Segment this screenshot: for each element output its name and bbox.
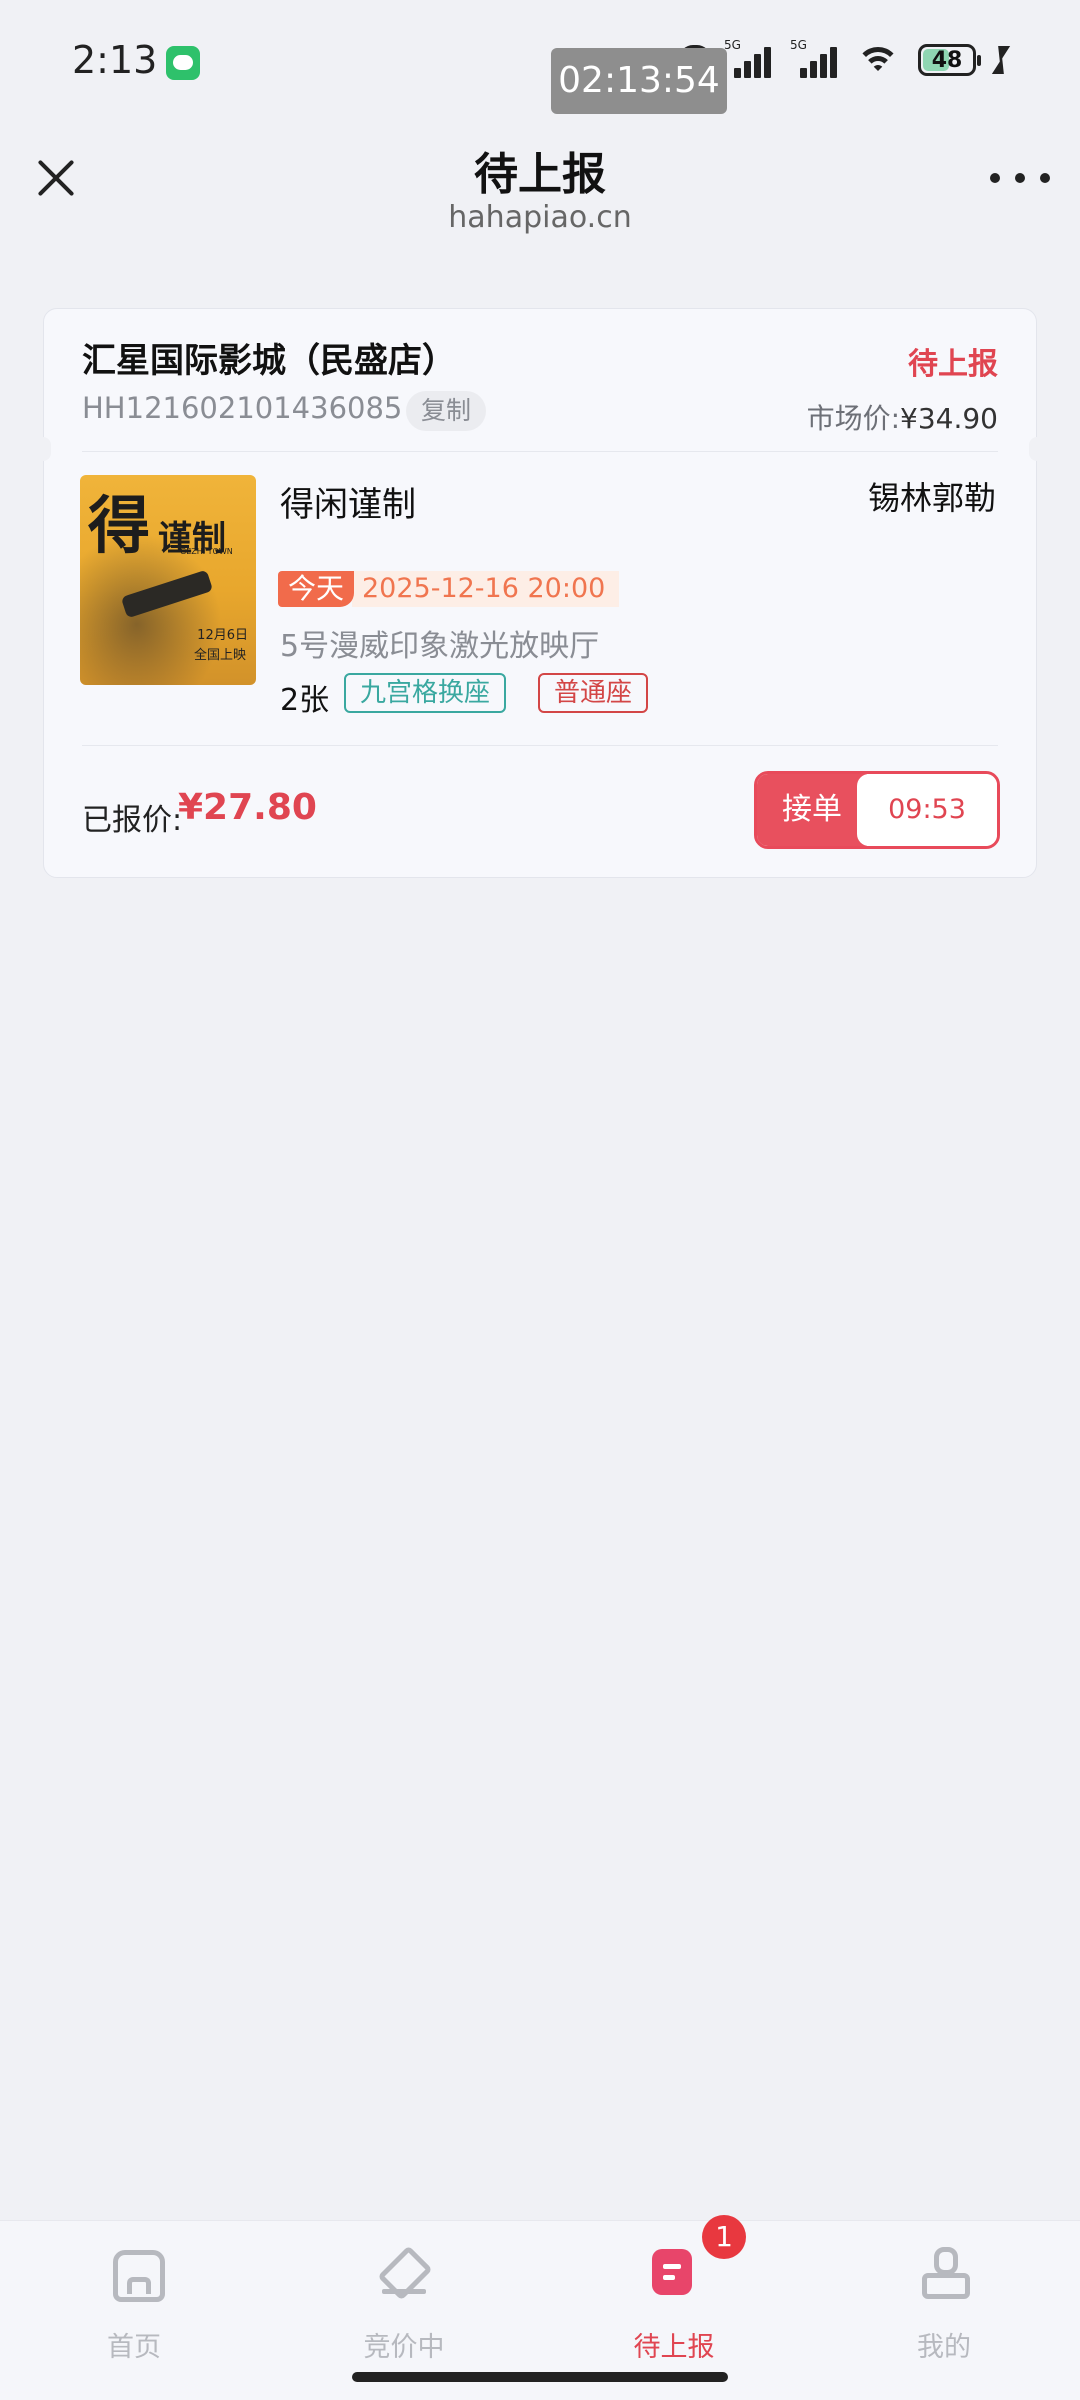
tab-bidding[interactable]: 竞价中: [304, 2247, 504, 2363]
quoted-price: ¥27.80: [178, 787, 317, 828]
market-price-value: ¥34.90: [900, 402, 998, 435]
quoted-price-label: 已报价:: [82, 803, 183, 838]
poster-release: 全国上映: [193, 648, 246, 663]
tab-label: 竞价中: [363, 2332, 445, 2363]
today-badge: 今天: [278, 571, 355, 607]
cinema-region: 锡林郭勒: [867, 479, 996, 517]
movie-title: 得闲谨制: [280, 485, 416, 525]
wechat-notification-icon: [166, 46, 200, 80]
more-icon[interactable]: [990, 168, 1050, 188]
ticket-count: 2张: [280, 683, 330, 718]
movie-poster: 得 谨制 GEZHI TOWN 12月6日 全国上映: [80, 475, 256, 685]
notification-badge: 1: [702, 2215, 746, 2259]
page-domain: hahapiao.cn: [448, 200, 632, 235]
status-time: 2:13: [72, 38, 158, 82]
tab-label: 我的: [917, 2332, 971, 2363]
seat-mode-tag: 九宫格换座: [344, 673, 507, 713]
accept-order-button[interactable]: 接单 09:53: [754, 771, 1000, 849]
charging-icon: [994, 46, 1008, 74]
poster-english: GEZHI TOWN: [180, 547, 233, 556]
wifi-icon: [856, 43, 900, 77]
page-title: 待上报: [474, 149, 606, 200]
user-icon: [920, 2247, 970, 2299]
home-indicator[interactable]: [352, 2372, 728, 2382]
countdown: 09:53: [857, 774, 997, 846]
signal-icon-2: 5G: [790, 38, 838, 78]
nav-bar: 待上报 hahapiao.cn: [0, 130, 1080, 250]
tab-mine[interactable]: 我的: [844, 2247, 1044, 2363]
gavel-icon: [380, 2247, 428, 2297]
poster-date: 12月6日: [197, 628, 248, 643]
tab-home[interactable]: 首页: [34, 2247, 234, 2363]
home-icon: [110, 2247, 165, 2302]
status-badge: 待上报: [908, 347, 998, 382]
market-price: 市场价:¥34.90: [807, 397, 998, 437]
hall-name: 5号漫威印象激光放映厅: [280, 629, 600, 664]
tab-pending-report[interactable]: 1 待上报: [574, 2215, 774, 2363]
battery-icon: 48: [918, 44, 981, 76]
overlay-clock: 02:13:54: [551, 48, 727, 114]
cinema-name: 汇星国际影城（民盛店）: [82, 341, 456, 381]
divider: [82, 451, 998, 452]
status-bar: 2:13 5G 5G 48 02:13:54: [0, 0, 1080, 130]
divider: [82, 745, 998, 746]
poster-title-char: 得: [88, 489, 151, 562]
copy-button[interactable]: 复制: [406, 391, 486, 431]
showtime: 2025-12-16 20:00: [352, 571, 620, 607]
market-price-label: 市场价:: [806, 402, 901, 435]
order-number: HH121602101436085: [82, 391, 403, 425]
tab-label: 首页: [107, 2332, 161, 2363]
signal-icon: 5G: [724, 38, 772, 78]
report-icon: [652, 2249, 692, 2295]
tab-label: 待上报: [633, 2332, 715, 2363]
seat-type-tag: 普通座: [538, 673, 649, 713]
order-card[interactable]: 汇星国际影城（民盛店） 待上报 HH121602101436085 复制 市场价…: [35, 308, 1045, 878]
card-notch-left: [35, 437, 51, 461]
card-notch-right: [1029, 437, 1045, 461]
battery-level: 48: [931, 48, 963, 73]
accept-label: 接单: [757, 774, 867, 846]
